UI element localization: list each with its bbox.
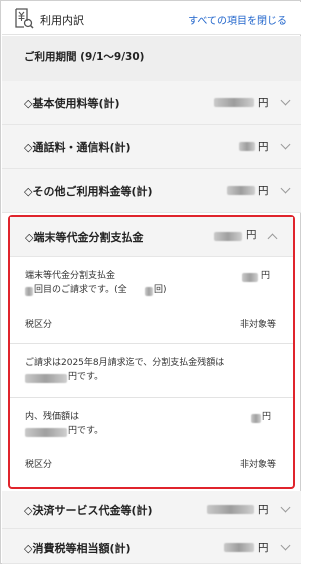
breakdown-header: 利用内訳 すべての項目を閉じる — [2, 2, 301, 35]
row-other-charges-label: ◇その他ご利用料金等(計) — [24, 185, 153, 198]
installment-section-highlight: ◇端末等代金分割支払金 円 端末等代金分割支払金 円 回目のご請求です。(全 回… — [8, 215, 295, 489]
usage-period-label: ご利用期間 (9/1〜9/30) — [24, 51, 145, 63]
tax-category-label: 税区分 — [25, 320, 53, 330]
row-installment-label: ◇端末等代金分割支払金 — [25, 231, 144, 244]
tax-category-value: 非対象等 — [240, 460, 277, 470]
row-basic-fee-label: ◇基本使用料等(計) — [24, 97, 120, 110]
divider — [10, 343, 293, 344]
yen-unit: 円 — [258, 141, 269, 153]
row-consumption-tax-label: ◇消費税等相当額(計) — [24, 542, 131, 555]
installment-detail-title: 端末等代金分割支払金 — [25, 271, 116, 281]
blurred-amount — [25, 374, 67, 383]
residual-value-label: 内、残価額は — [25, 412, 80, 422]
row-other-charges[interactable]: ◇その他ご利用料金等(計) 円 — [2, 169, 301, 213]
yen-unit: 円 — [261, 271, 271, 281]
blurred-amount — [242, 273, 258, 282]
chevron-down-icon — [280, 183, 291, 194]
yen-unit: 円 — [258, 542, 269, 554]
residual-value-suffix: 円です。 — [68, 426, 104, 436]
blurred-amount — [224, 543, 254, 552]
blurred-amount — [207, 505, 254, 514]
installment-count-text: 回目のご請求です。(全 — [34, 285, 127, 295]
blurred-amount — [214, 232, 242, 241]
billing-breakdown-panel: 利用内訳 すべての項目を閉じる ご利用期間 (9/1〜9/30) ◇基本使用料等… — [0, 0, 301, 564]
yen-unit: 円 — [246, 229, 257, 241]
tax-category-value: 非対象等 — [240, 320, 277, 330]
receipt-yen-icon — [15, 8, 34, 29]
blurred-count — [145, 287, 153, 296]
yen-unit: 円 — [262, 412, 272, 422]
chevron-up-icon — [267, 233, 278, 244]
blurred-amount — [214, 98, 254, 107]
blurred-amount — [227, 186, 255, 195]
tax-category-label: 税区分 — [25, 460, 53, 470]
row-installment[interactable]: ◇端末等代金分割支払金 円 — [10, 217, 293, 257]
chevron-down-icon — [280, 95, 291, 106]
divider — [10, 397, 293, 398]
remaining-balance-notice: ご請求は2025年8月請求迄で、分割支払金残額は — [25, 358, 225, 368]
row-payment-services[interactable]: ◇決済サービス代金等(計) 円 — [2, 491, 301, 529]
chevron-down-icon — [280, 540, 291, 551]
row-consumption-tax[interactable]: ◇消費税等相当額(計) 円 — [2, 529, 301, 564]
chevron-down-icon — [280, 502, 291, 513]
blurred-amount — [251, 414, 261, 423]
row-call-charges[interactable]: ◇通話料・通信料(計) 円 — [2, 125, 301, 169]
chevron-down-icon — [280, 139, 291, 150]
blurred-count — [25, 287, 33, 296]
yen-unit: 円 — [258, 97, 269, 109]
blurred-amount — [25, 428, 67, 437]
row-call-charges-label: ◇通話料・通信料(計) — [24, 141, 131, 154]
installment-count-end: 回) — [154, 285, 167, 295]
yen-unit: 円 — [258, 504, 269, 516]
blurred-amount — [239, 142, 255, 151]
row-basic-fee[interactable]: ◇基本使用料等(計) 円 — [2, 81, 301, 125]
remaining-balance-suffix: 円です。 — [68, 372, 104, 382]
yen-unit: 円 — [258, 185, 269, 197]
row-payment-services-label: ◇決済サービス代金等(計) — [24, 504, 153, 517]
usage-period: ご利用期間 (9/1〜9/30) — [2, 36, 301, 81]
breakdown-title: 利用内訳 — [40, 14, 84, 27]
collapse-all-link[interactable]: すべての項目を閉じる — [188, 12, 287, 27]
